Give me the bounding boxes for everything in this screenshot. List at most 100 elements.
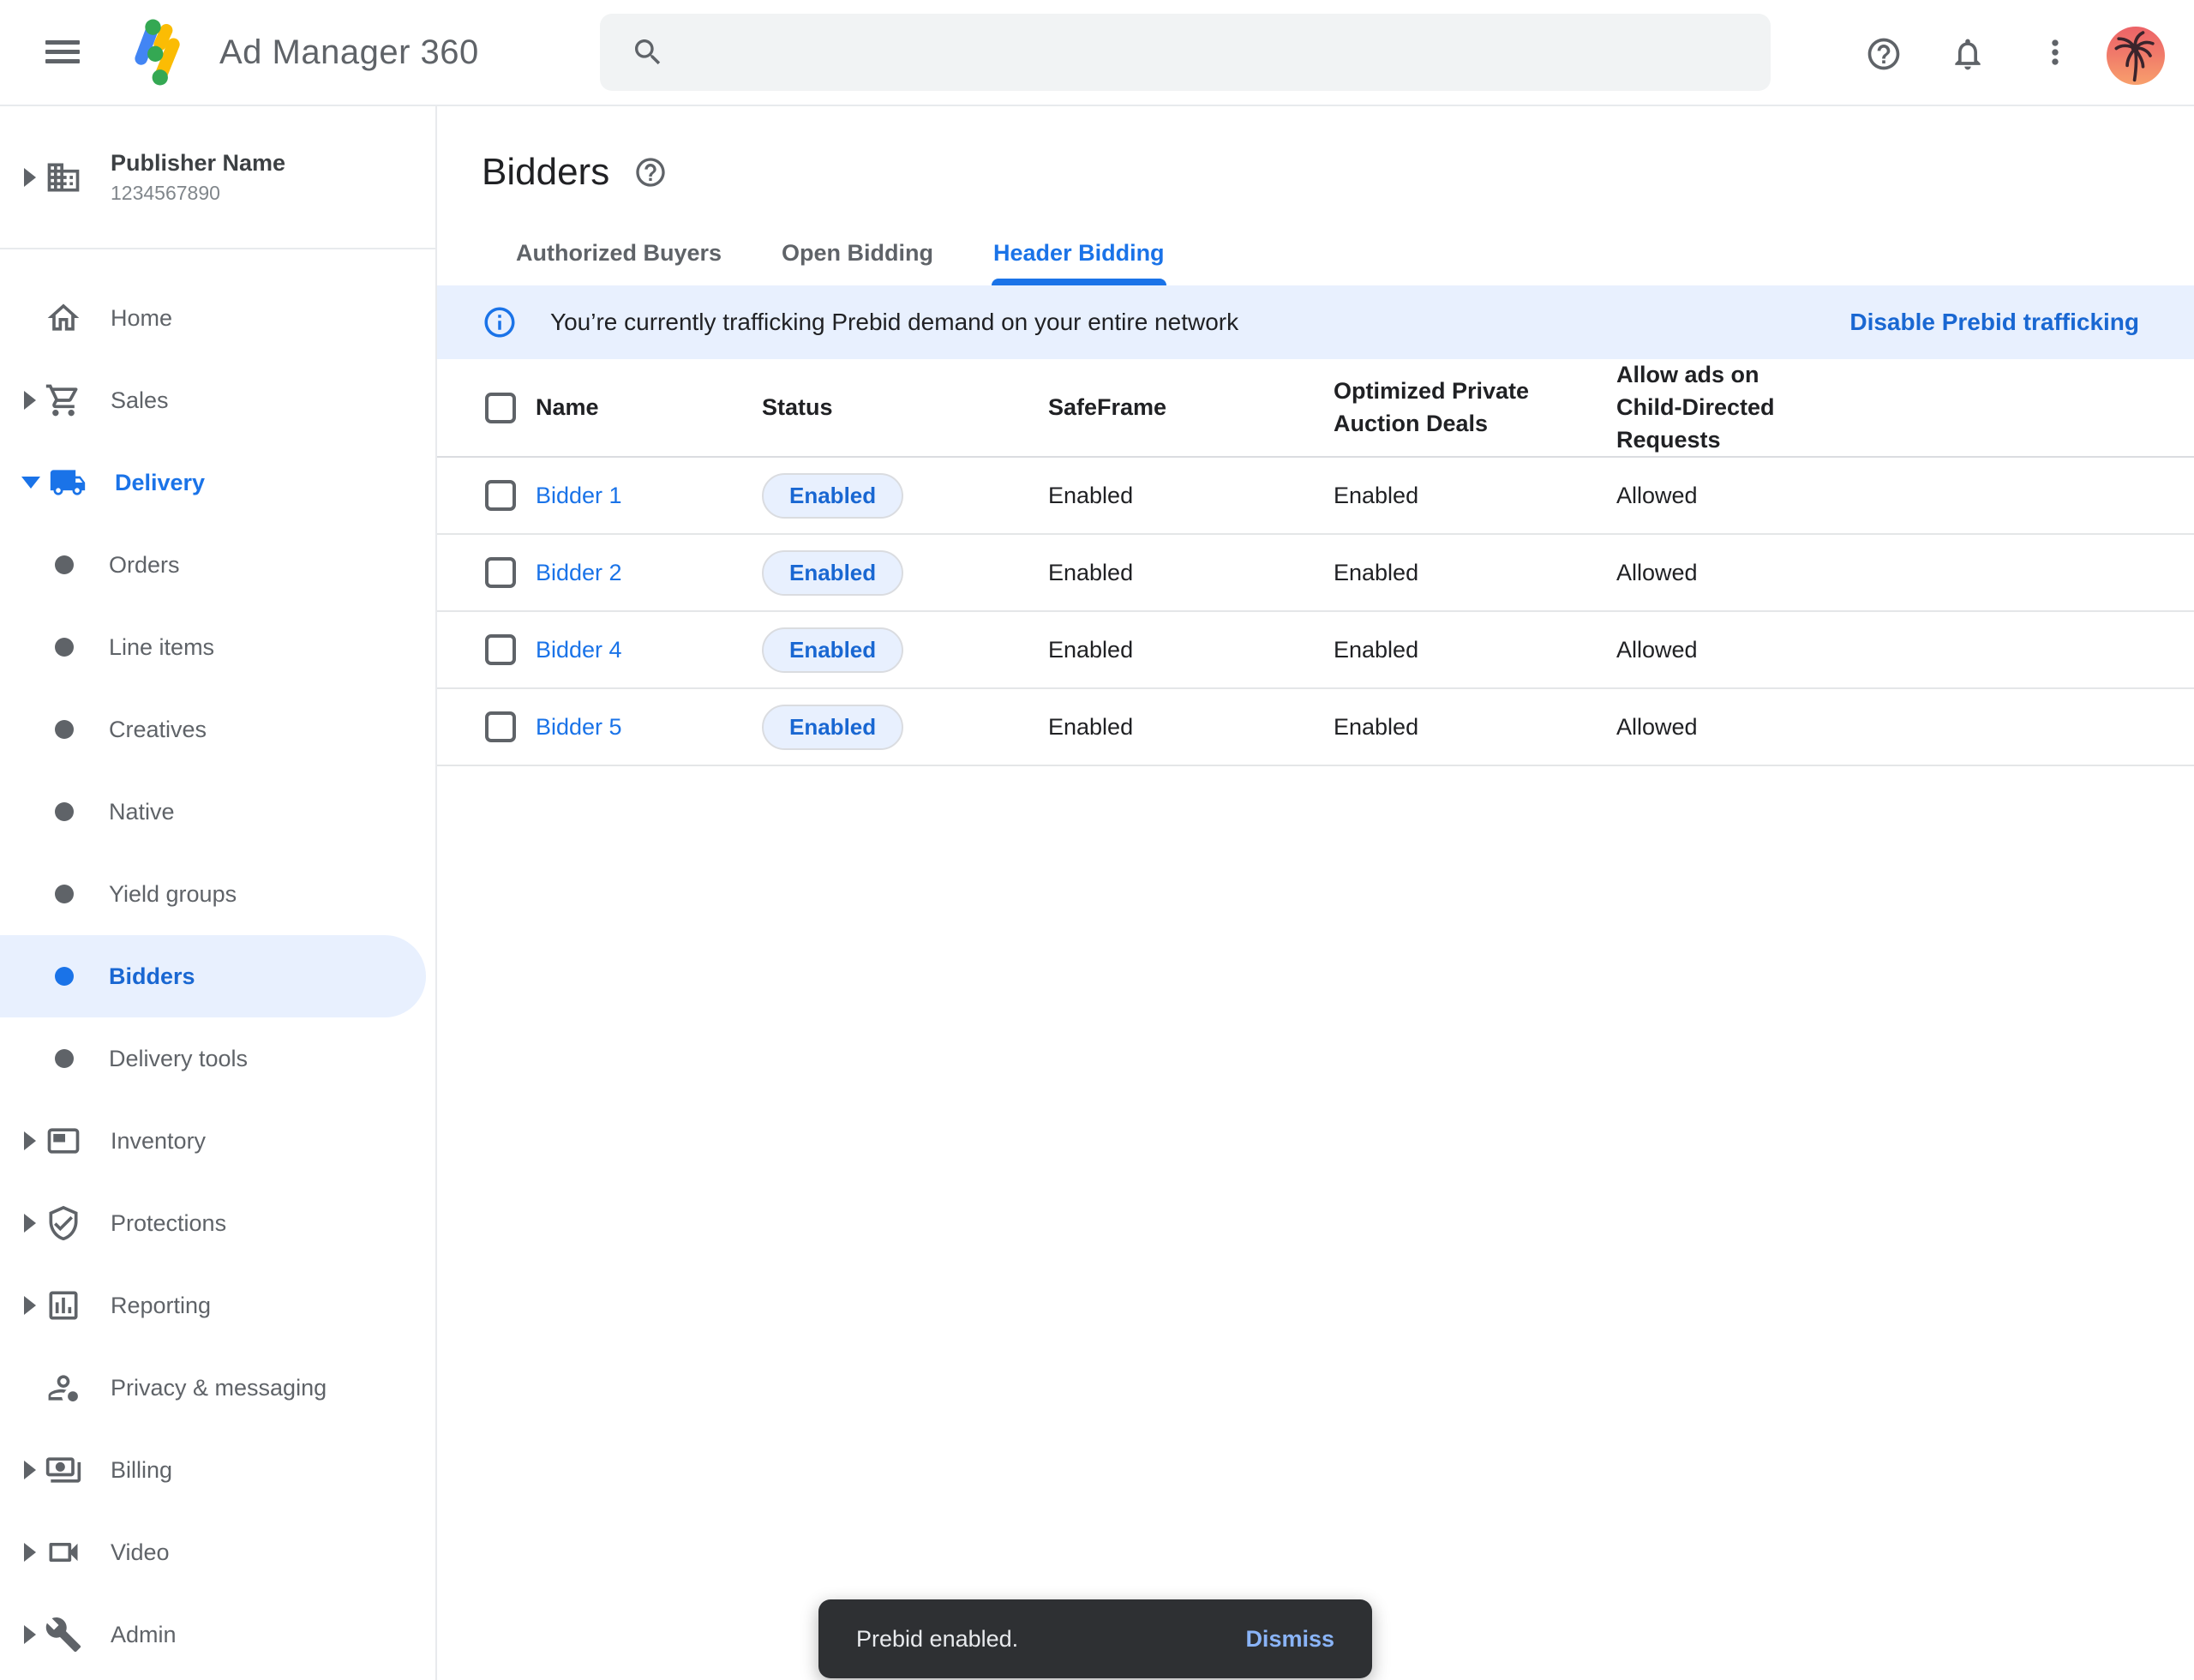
sidebar-item-reporting[interactable]: Reporting [0, 1264, 435, 1347]
sidebar-item-label: Video [111, 1539, 170, 1566]
more-vert-icon[interactable] [2036, 33, 2074, 71]
info-icon [482, 304, 518, 340]
publisher-switcher[interactable]: Publisher Name 1234567890 [0, 106, 435, 249]
sidebar: Publisher Name 1234567890 Home [0, 106, 437, 1680]
tab-authorized-buyers[interactable]: Authorized Buyers [514, 240, 723, 285]
search-bar[interactable] [600, 14, 1771, 91]
publisher-info: Publisher Name 1234567890 [111, 150, 285, 205]
sidebar-item-label: Admin [111, 1622, 177, 1648]
bullet-icon [55, 1049, 74, 1068]
page-help-icon[interactable] [633, 155, 668, 189]
bullet-icon [55, 885, 74, 903]
row-checkbox[interactable] [485, 711, 516, 742]
sidebar-item-yield-groups[interactable]: Yield groups [0, 853, 435, 935]
sidebar-item-orders[interactable]: Orders [0, 524, 435, 606]
publisher-building-icon [45, 159, 82, 196]
sidebar-item-label: Sales [111, 387, 169, 414]
sidebar-item-line-items[interactable]: Line items [0, 606, 435, 688]
safeframe-value: Enabled [1048, 560, 1334, 586]
sidebar-item-label: Privacy & messaging [111, 1375, 327, 1401]
sidebar-item-home[interactable]: Home [0, 277, 435, 359]
bidder-link[interactable]: Bidder 5 [536, 714, 762, 741]
sidebar-item-label: Delivery tools [109, 1046, 248, 1072]
opad-value: Enabled [1334, 483, 1616, 509]
chevron-right-icon [24, 1214, 36, 1233]
bullet-icon [55, 555, 74, 574]
chevron-right-icon [24, 168, 36, 187]
safeframe-value: Enabled [1048, 714, 1334, 741]
dismiss-button[interactable]: Dismiss [1245, 1626, 1334, 1653]
prebid-banner: You’re currently trafficking Prebid dema… [437, 285, 2194, 359]
avatar[interactable] [2107, 27, 2165, 85]
ad-manager-logo-icon [120, 15, 195, 90]
snackbar-toast: Prebid enabled. Dismiss [818, 1599, 1372, 1678]
table-row: Bidder 4 Enabled Enabled Enabled Allowed [437, 612, 2194, 689]
publisher-name: Publisher Name [111, 150, 285, 177]
table-row: Bidder 2 Enabled Enabled Enabled Allowed [437, 535, 2194, 612]
sidebar-item-delivery[interactable]: Delivery [0, 441, 435, 524]
sidebar-item-label: Protections [111, 1210, 226, 1237]
child-directed-value: Allowed [1616, 560, 2194, 586]
bullet-icon [55, 638, 74, 657]
row-checkbox[interactable] [485, 557, 516, 588]
report-chart-icon [45, 1287, 82, 1324]
sidebar-item-admin[interactable]: Admin [0, 1593, 435, 1676]
sidebar-item-delivery-tools[interactable]: Delivery tools [0, 1017, 435, 1100]
column-header-status: Status [762, 392, 1048, 424]
bidder-link[interactable]: Bidder 1 [536, 483, 762, 509]
truck-icon [49, 464, 87, 501]
shield-check-icon [45, 1204, 82, 1242]
disable-prebid-trafficking-link[interactable]: Disable Prebid trafficking [1849, 309, 2139, 336]
main-content: Bidders Authorized Buyers Open Bidding H… [437, 106, 2194, 1680]
sidebar-item-bidders[interactable]: Bidders [0, 935, 426, 1017]
ad-manager-app: Ad Manager 360 [0, 0, 2194, 1680]
child-directed-value: Allowed [1616, 483, 2194, 509]
sidebar-item-label: Home [111, 305, 172, 332]
palm-tree-image [2107, 27, 2165, 85]
opad-value: Enabled [1334, 560, 1616, 586]
opad-value: Enabled [1334, 637, 1616, 663]
menu-icon[interactable] [45, 35, 80, 69]
status-badge: Enabled [762, 705, 903, 750]
select-all-checkbox[interactable] [485, 393, 516, 423]
child-directed-value: Allowed [1616, 714, 2194, 741]
sidebar-item-inventory[interactable]: Inventory [0, 1100, 435, 1182]
sidebar-item-label: Delivery [115, 470, 205, 496]
search-input[interactable] [687, 37, 1771, 68]
chevron-right-icon [24, 1625, 36, 1644]
product-name: Ad Manager 360 [219, 0, 479, 105]
help-icon[interactable] [1865, 35, 1903, 73]
tab-open-bidding[interactable]: Open Bidding [780, 240, 935, 285]
table-row: Bidder 5 Enabled Enabled Enabled Allowed [437, 689, 2194, 766]
billing-icon [45, 1451, 82, 1489]
row-checkbox[interactable] [485, 480, 516, 511]
sidebar-item-privacy-messaging[interactable]: Privacy & messaging [0, 1347, 435, 1429]
toast-message: Prebid enabled. [856, 1626, 1018, 1653]
tab-header-bidding[interactable]: Header Bidding [992, 240, 1166, 285]
sidebar-item-video[interactable]: Video [0, 1511, 435, 1593]
notifications-icon[interactable] [1949, 35, 1987, 73]
search-icon [631, 35, 665, 69]
sidebar-item-label: Inventory [111, 1128, 206, 1155]
sidebar-item-sales[interactable]: Sales [0, 359, 435, 441]
row-checkbox[interactable] [485, 634, 516, 665]
sidebar-item-label: Creatives [109, 717, 207, 743]
bidder-link[interactable]: Bidder 4 [536, 637, 762, 663]
wrench-icon [45, 1616, 82, 1653]
home-icon [45, 299, 82, 337]
sidebar-item-native[interactable]: Native [0, 771, 435, 853]
banner-message: You’re currently trafficking Prebid dema… [550, 309, 1238, 336]
sidebar-item-label: Reporting [111, 1293, 211, 1319]
chevron-right-icon [24, 1131, 36, 1150]
chevron-down-icon [21, 477, 40, 489]
sidebar-item-protections[interactable]: Protections [0, 1182, 435, 1264]
bidder-link[interactable]: Bidder 2 [536, 560, 762, 586]
status-badge: Enabled [762, 627, 903, 673]
sidebar-item-creatives[interactable]: Creatives [0, 688, 435, 771]
sidebar-item-billing[interactable]: Billing [0, 1429, 435, 1511]
column-header-child-directed: Allow ads on Child-Directed Requests [1616, 359, 1822, 456]
chevron-right-icon [24, 391, 36, 410]
bullet-icon [55, 720, 74, 739]
page-title: Bidders [482, 151, 609, 194]
chevron-right-icon [24, 1296, 36, 1315]
